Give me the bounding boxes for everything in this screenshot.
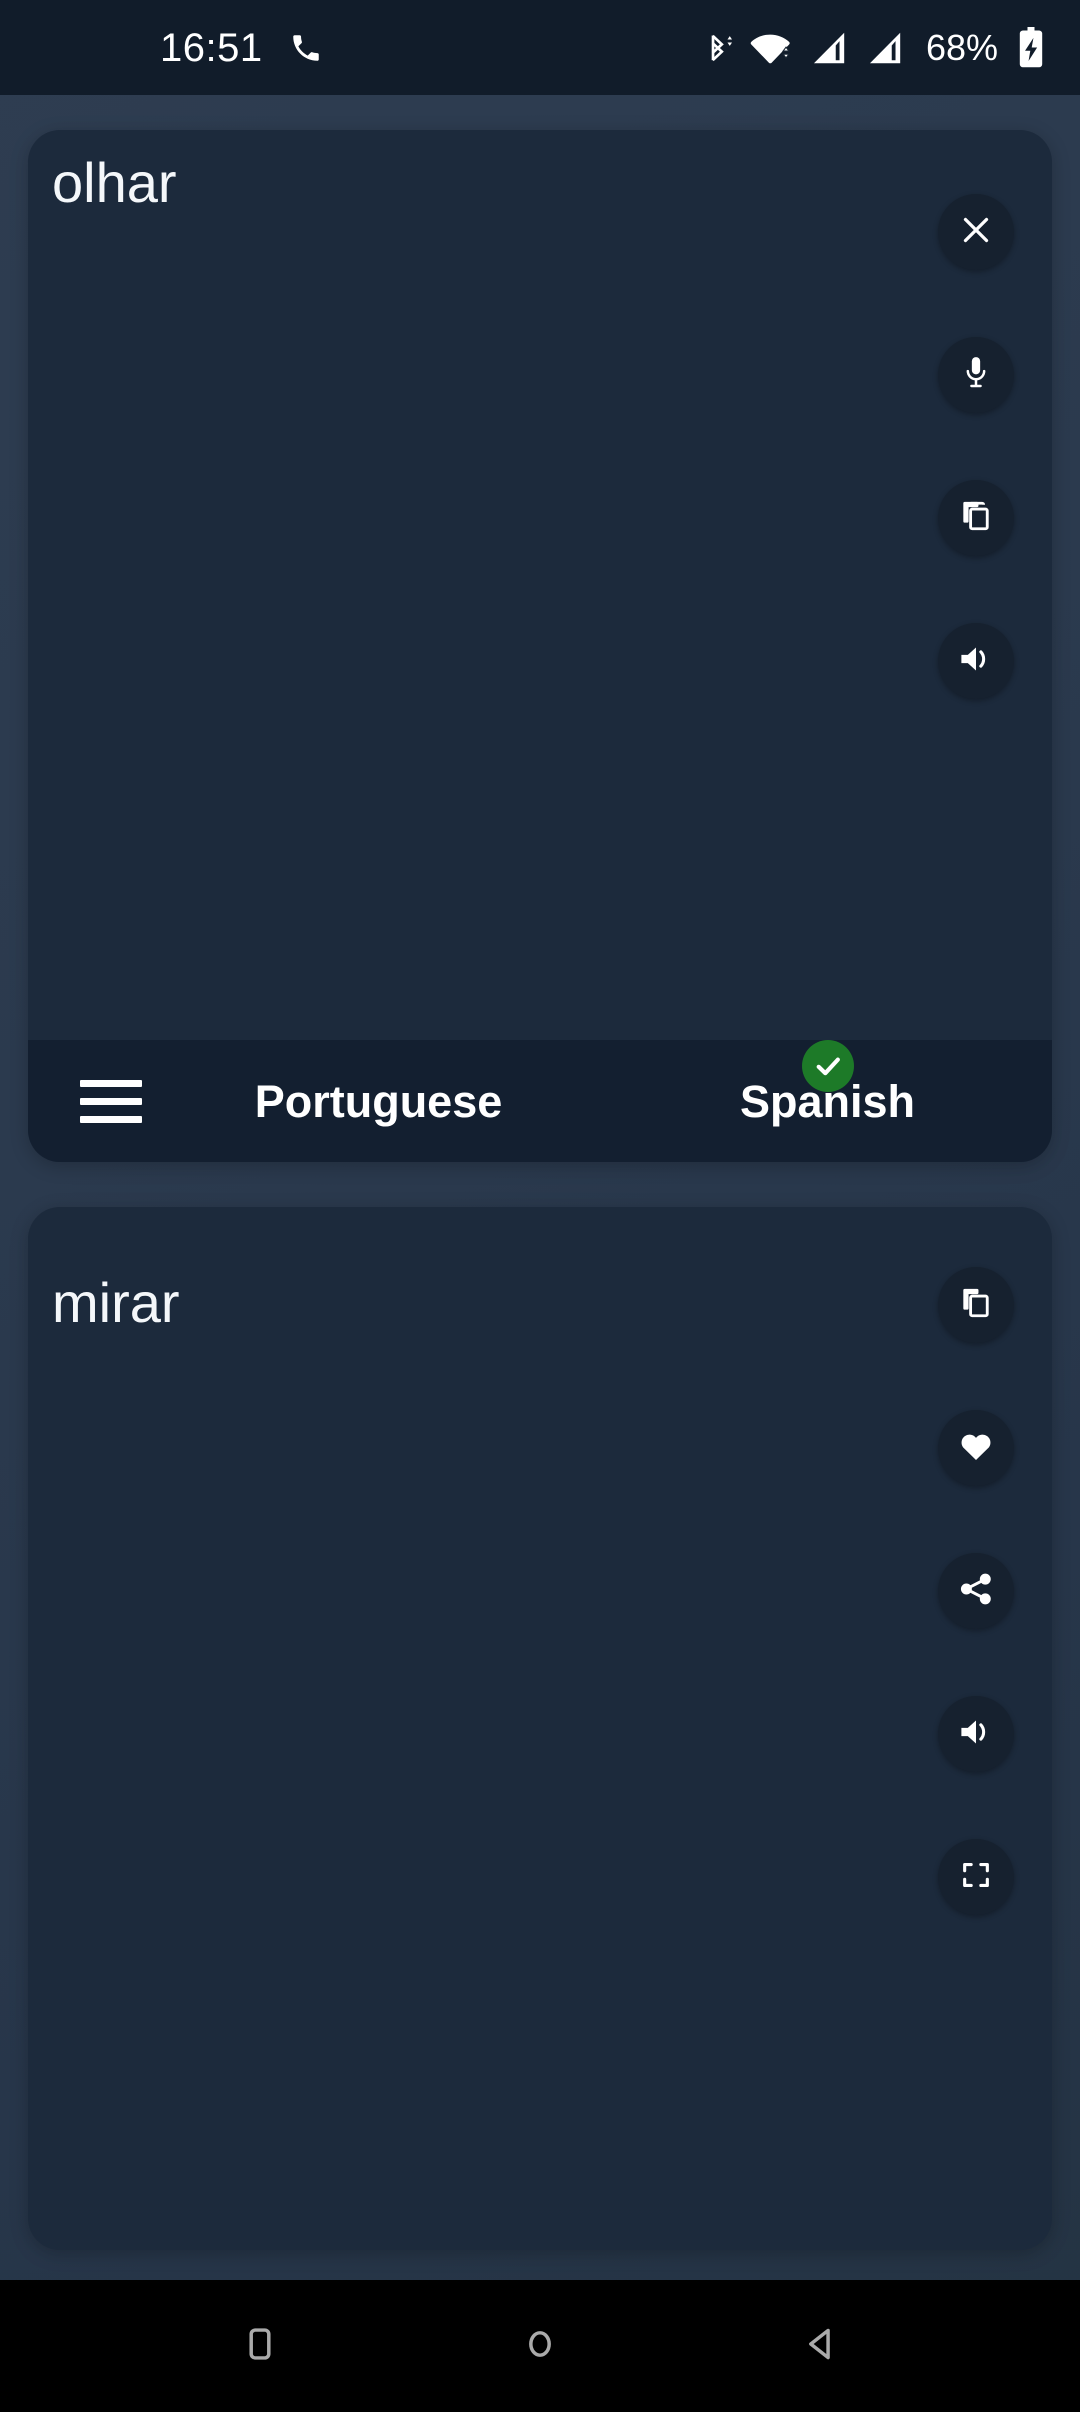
home-icon bbox=[518, 2322, 562, 2371]
status-bar-right: 68% bbox=[700, 26, 1046, 69]
share-icon bbox=[958, 1571, 994, 1612]
back-button[interactable] bbox=[775, 2301, 865, 2391]
signal-sim1-icon bbox=[808, 30, 848, 66]
voice-input-button[interactable] bbox=[938, 337, 1014, 413]
phone-screen: 16:51 68% Portuguese Spanish olhar mirar bbox=[0, 0, 1080, 2412]
battery-charging-icon bbox=[1016, 26, 1046, 69]
copy-icon bbox=[958, 498, 994, 539]
back-icon bbox=[798, 2322, 842, 2371]
recents-button[interactable] bbox=[215, 2301, 305, 2391]
microphone-icon bbox=[959, 355, 993, 396]
target-action-buttons bbox=[938, 1267, 1014, 1915]
wifi-icon bbox=[750, 31, 792, 65]
source-language-selector[interactable]: Portuguese bbox=[154, 1079, 603, 1124]
target-language-selector[interactable]: Spanish bbox=[603, 1039, 1052, 1124]
listen-source-button[interactable] bbox=[938, 623, 1014, 699]
hamburger-line-1 bbox=[80, 1079, 142, 1087]
copy-source-button[interactable] bbox=[938, 480, 1014, 556]
speaker-icon bbox=[957, 642, 995, 681]
source-language-label: Portuguese bbox=[254, 1075, 503, 1127]
listen-translation-button[interactable] bbox=[938, 1696, 1014, 1772]
fullscreen-button[interactable] bbox=[938, 1839, 1014, 1915]
hamburger-line-2 bbox=[80, 1097, 142, 1105]
verified-check-badge bbox=[801, 1039, 854, 1092]
translation-text[interactable]: mirar bbox=[52, 1275, 180, 1331]
hamburger-line-3 bbox=[80, 1115, 142, 1123]
home-button[interactable] bbox=[495, 2301, 585, 2391]
fullscreen-icon bbox=[959, 1858, 993, 1897]
status-bar-clock: 16:51 bbox=[160, 25, 263, 70]
source-text-card[interactable]: Portuguese Spanish bbox=[28, 130, 1052, 1162]
language-selector-bar: Portuguese Spanish bbox=[28, 1039, 1052, 1162]
signal-sim2-icon bbox=[864, 30, 904, 66]
heart-icon bbox=[958, 1429, 994, 1468]
battery-percent-label: 68% bbox=[925, 26, 998, 68]
close-icon bbox=[958, 212, 994, 253]
copy-translation-button[interactable] bbox=[938, 1267, 1014, 1343]
bluetooth-icon bbox=[700, 29, 734, 67]
source-text[interactable]: olhar bbox=[52, 155, 177, 211]
source-action-buttons bbox=[938, 194, 1014, 699]
copy-icon bbox=[958, 1285, 994, 1326]
share-button[interactable] bbox=[938, 1553, 1014, 1629]
status-bar-left: 16:51 bbox=[0, 28, 323, 68]
recents-icon bbox=[238, 2322, 282, 2371]
status-bar: 16:51 68% bbox=[0, 0, 1080, 95]
translation-result-card[interactable] bbox=[28, 1207, 1052, 2250]
android-navigation-bar bbox=[0, 2280, 1080, 2412]
favorite-button[interactable] bbox=[938, 1410, 1014, 1486]
speaker-icon bbox=[957, 1715, 995, 1754]
phone-call-icon bbox=[289, 31, 323, 65]
clear-button[interactable] bbox=[938, 194, 1014, 270]
menu-button[interactable] bbox=[68, 1079, 154, 1123]
